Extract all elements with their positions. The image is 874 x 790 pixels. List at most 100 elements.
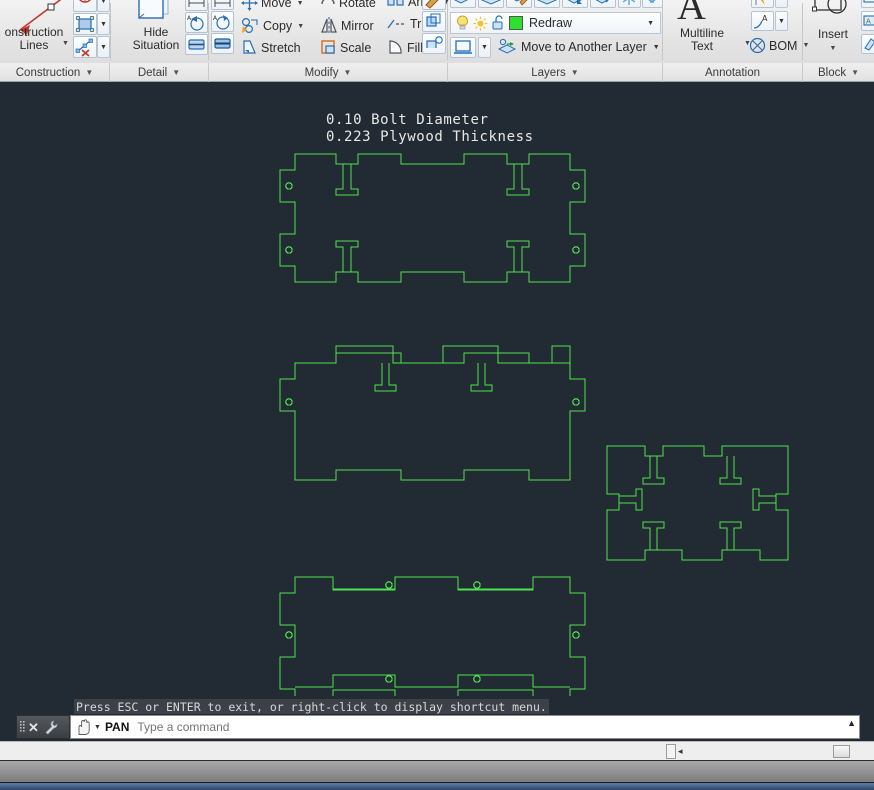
drawing-canvas[interactable]: 0.10 Bolt Diameter 0.223 Plywood Thickne… [0, 82, 874, 696]
chevron-down-icon[interactable]: ▼ [85, 68, 93, 77]
layer-state-dropdown-icon[interactable]: ▼ [647, 20, 654, 27]
text-style-icon[interactable] [751, 0, 774, 8]
point-delete-icon[interactable] [73, 36, 97, 58]
ribbon-panel-layers: Redraw ▼ ▼ Move to Another Layer ▼ [448, 0, 663, 63]
circle-dropdown-icon[interactable]: ▼ [97, 0, 110, 12]
circle-red-icon[interactable] [73, 0, 97, 12]
mirror-button[interactable]: Mirror [320, 17, 374, 34]
fillet-icon [389, 40, 402, 54]
detail-title-line2: Situation [132, 38, 180, 52]
hide-situation-icon[interactable] [130, 0, 180, 28]
close-icon[interactable]: ✕ [28, 721, 39, 734]
leader-dropdown-icon[interactable]: ▼ [775, 11, 788, 31]
mirror-icon [321, 17, 337, 34]
multiline-text-icon[interactable]: A [677, 0, 706, 26]
move-icon [241, 0, 258, 11]
scale-label: Scale [340, 40, 372, 55]
linear-dimension-icon[interactable]: xxx [211, 0, 234, 10]
rotate-3d-icon[interactable]: A [211, 11, 234, 32]
scrollbar-track[interactable] [0, 742, 874, 761]
ribbon-panel-modify: xxx A [209, 0, 450, 63]
command-line-handle[interactable]: ✕ [16, 715, 70, 739]
flatten-icon[interactable] [211, 33, 234, 54]
paint-match-icon[interactable] [422, 0, 446, 10]
multiline-text-title[interactable]: Multiline Text [661, 27, 743, 53]
join-icon[interactable] [422, 33, 446, 54]
cad-geometry[interactable] [0, 82, 874, 696]
bom-icon [749, 37, 766, 54]
insert-dropdown-icon[interactable]: ▼ [830, 42, 837, 55]
copy-button[interactable]: Copy ▼ [241, 17, 304, 35]
layer-color-swatch[interactable] [509, 16, 523, 30]
dimension-icon[interactable]: AA [185, 0, 208, 11]
explode-icon[interactable] [422, 11, 446, 32]
layer-state-label: Redraw [529, 16, 573, 30]
layer-previous-icon[interactable] [534, 0, 560, 8]
panel-label-modify[interactable]: Modify ▼ [209, 63, 448, 82]
chevron-down-icon[interactable]: ▼ [571, 68, 579, 77]
sun-icon[interactable] [473, 16, 488, 31]
layer-unisolate-icon[interactable] [590, 0, 616, 8]
move-to-layer-icon[interactable] [497, 38, 517, 56]
bom-button[interactable]: BOM ▼ [749, 37, 809, 54]
command-current-value: PAN [104, 720, 130, 734]
section-icon[interactable] [185, 34, 208, 55]
insert-title[interactable]: Insert ▼ [805, 28, 861, 55]
viewport-dropdown-icon[interactable]: ▼ [478, 36, 491, 58]
top-panel-part [279, 153, 586, 283]
layer-state-combo[interactable]: Redraw ▼ [450, 12, 661, 34]
panel-label-construction[interactable]: Construction ▼ [0, 63, 110, 82]
lightbulb-icon[interactable] [455, 14, 470, 32]
insert-block-icon[interactable] [811, 0, 857, 24]
scrollbar-thumb-right[interactable] [833, 745, 850, 758]
panel-label-layers[interactable]: Layers ▼ [448, 63, 663, 82]
move-button[interactable]: Move ▼ [241, 0, 304, 11]
construction-panel-caret-icon[interactable]: ▼ [62, 40, 69, 47]
panel-label-detail[interactable]: Detail ▼ [110, 63, 209, 82]
scrollbar-thumb-left[interactable] [666, 744, 676, 759]
move-label: Move [261, 0, 292, 10]
multiline-text-line2: Text [690, 39, 713, 53]
layer-match-icon[interactable] [506, 0, 532, 8]
panel-label-annotation[interactable]: Annotation [663, 63, 803, 82]
text-style-dropdown-icon[interactable]: ▼ [775, 0, 788, 8]
drag-grip-icon[interactable] [20, 720, 25, 735]
layer-properties-icon[interactable] [450, 0, 476, 8]
move-to-layer-dropdown-icon[interactable]: ▼ [653, 44, 660, 51]
chevron-down-icon[interactable]: ▼ [343, 68, 351, 77]
layers-icon-strip [450, 0, 663, 8]
ribbon-panel-label-strip: Construction ▼ Detail ▼ Modify ▼ Layers ▼ An… [0, 63, 874, 82]
layer-freeze-icon[interactable] [618, 0, 641, 8]
layer-stack-icon[interactable] [478, 0, 504, 8]
array-selection-icon[interactable] [73, 13, 97, 35]
rotate-button[interactable]: Rotate [320, 0, 376, 11]
move-dropdown-icon[interactable]: ▼ [297, 0, 304, 7]
copy-label: Copy [263, 19, 293, 33]
block-attribute-icon[interactable]: A [861, 11, 874, 31]
copy-dropdown-icon[interactable]: ▼ [297, 23, 304, 30]
scrollbar-left-arrow-icon[interactable]: ◂ [678, 746, 683, 757]
wrench-icon[interactable] [43, 720, 58, 735]
layer-off-icon[interactable] [642, 0, 663, 8]
block-edit-icon[interactable] [861, 0, 874, 8]
horizontal-scrollbar[interactable]: ◂ [0, 741, 874, 760]
layer-isolate-icon[interactable] [562, 0, 588, 8]
viewport-icon[interactable] [450, 36, 476, 58]
scale-button[interactable]: Scale [320, 39, 371, 56]
stretch-button[interactable]: Stretch [241, 39, 301, 56]
chevron-down-icon[interactable]: ▼ [172, 68, 180, 77]
command-text-field[interactable] [135, 719, 859, 735]
panel-label-block[interactable]: Block ▼ [803, 63, 874, 82]
array-dropdown-icon[interactable]: ▼ [97, 13, 110, 35]
rotate-view-icon[interactable]: A [185, 12, 208, 33]
command-history-scroll-up-icon[interactable]: ▲ [847, 718, 856, 728]
command-input[interactable]: ▼ PAN ▲ [70, 715, 860, 739]
construction-lines-title[interactable]: onstruction Lines [0, 26, 74, 52]
unlock-icon[interactable] [491, 15, 505, 31]
pan-hand-icon[interactable] [75, 718, 92, 736]
leader-icon[interactable]: A [751, 11, 774, 31]
chevron-down-icon[interactable]: ▼ [851, 68, 859, 77]
pan-dropdown-icon[interactable]: ▼ [94, 724, 101, 731]
point-delete-dropdown-icon[interactable]: ▼ [97, 36, 110, 58]
block-define-icon[interactable] [861, 34, 874, 54]
